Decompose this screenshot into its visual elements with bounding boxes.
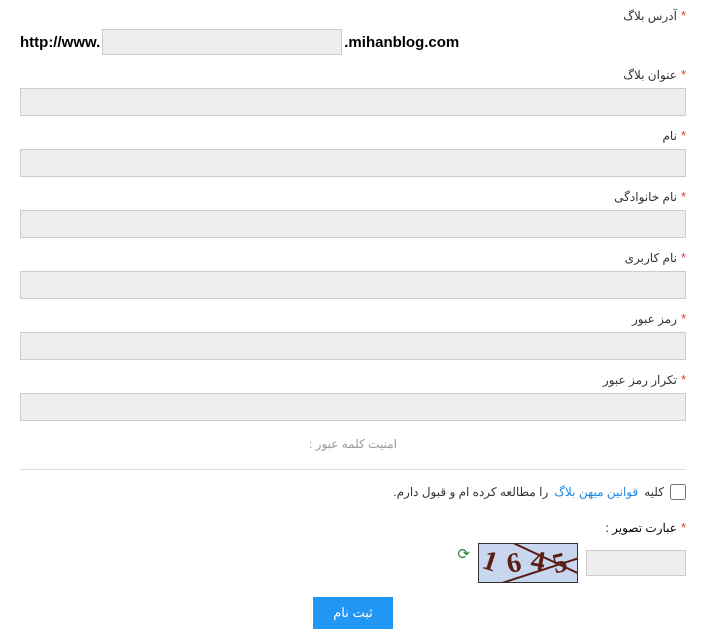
blog-url-row: .mihanblog.com http://www. [20, 29, 686, 55]
terms-pre-text: کلیه [644, 485, 664, 499]
blog-title-label: * عنوان بلاگ [20, 67, 686, 82]
label-text: تکرار رمز عبور [603, 373, 677, 387]
first-name-label: * نام [20, 128, 686, 143]
password-confirm-group: * تکرار رمز عبور [20, 372, 686, 421]
label-text: آدرس بلاگ [623, 9, 677, 23]
label-text: نام کاربری [625, 251, 677, 265]
label-text: نام خانوادگی [614, 190, 677, 204]
username-input[interactable] [20, 271, 686, 299]
terms-checkbox[interactable] [670, 484, 686, 500]
required-mark: * [681, 8, 686, 23]
password-group: * رمز عبور [20, 311, 686, 360]
blog-title-input[interactable] [20, 88, 686, 116]
required-mark: * [681, 67, 686, 82]
password-input[interactable] [20, 332, 686, 360]
terms-row: کلیه قوانین میهن بلاگ را مطالعه کرده ام … [20, 484, 686, 500]
last-name-label: * نام خانوادگی [20, 189, 686, 204]
username-label: * نام کاربری [20, 250, 686, 265]
captcha-label: * عبارت تصویر : [20, 520, 686, 535]
submit-row: ثبت نام [20, 597, 686, 629]
label-text: عنوان بلاگ [623, 68, 677, 82]
last-name-group: * نام خانوادگی [20, 189, 686, 238]
captcha-char: 1 [478, 545, 501, 580]
captcha-section: * عبارت تصویر : 1 6 4 5 ⟳ [20, 520, 686, 583]
password-confirm-input[interactable] [20, 393, 686, 421]
password-strength-hint: امنیت کلمه عبور : [20, 437, 686, 451]
first-name-group: * نام [20, 128, 686, 177]
label-text: نام [663, 129, 677, 143]
captcha-image: 1 6 4 5 [478, 543, 578, 583]
required-mark: * [681, 128, 686, 143]
last-name-input[interactable] [20, 210, 686, 238]
required-mark: * [681, 250, 686, 265]
captcha-row: 1 6 4 5 ⟳ [20, 543, 686, 583]
url-suffix: .mihanblog.com [344, 34, 459, 51]
refresh-icon[interactable]: ⟳ [454, 545, 470, 561]
captcha-input[interactable] [586, 550, 686, 576]
password-label: * رمز عبور [20, 311, 686, 326]
username-group: * نام کاربری [20, 250, 686, 299]
blog-address-group: * آدرس بلاگ .mihanblog.com http://www. [20, 8, 686, 55]
captcha-char: 6 [504, 547, 524, 581]
terms-post-text: را مطالعه کرده ام و قبول دارم. [393, 485, 548, 499]
required-mark: * [681, 311, 686, 326]
divider [20, 469, 686, 470]
blog-title-group: * عنوان بلاگ [20, 67, 686, 116]
required-mark: * [681, 372, 686, 387]
label-text: عبارت تصویر : [606, 521, 677, 535]
terms-link[interactable]: قوانین میهن بلاگ [554, 485, 638, 499]
blog-address-input[interactable] [102, 29, 342, 55]
password-confirm-label: * تکرار رمز عبور [20, 372, 686, 387]
submit-button[interactable]: ثبت نام [313, 597, 393, 629]
blog-address-label: * آدرس بلاگ [20, 8, 686, 23]
required-mark: * [681, 520, 686, 535]
label-text: رمز عبور [632, 312, 677, 326]
first-name-input[interactable] [20, 149, 686, 177]
captcha-char: 5 [549, 547, 570, 581]
required-mark: * [681, 189, 686, 204]
url-prefix: http://www. [20, 34, 100, 51]
registration-form: * آدرس بلاگ .mihanblog.com http://www. *… [0, 0, 706, 629]
